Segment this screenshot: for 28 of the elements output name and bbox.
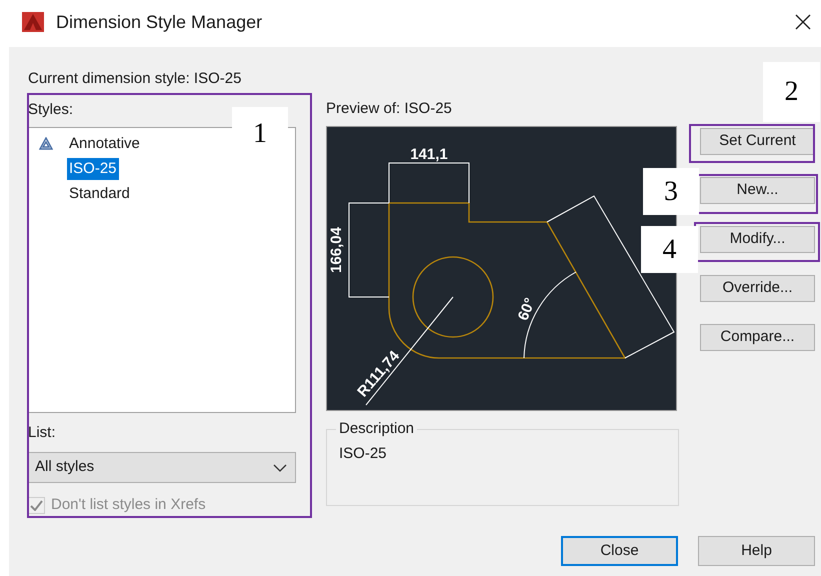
dialog-button[interactable]: Compare... xyxy=(700,324,815,351)
style-item[interactable]: ISO-25 xyxy=(67,158,119,180)
annotation-callout: 2 xyxy=(763,62,820,122)
list-label: List: xyxy=(28,424,56,442)
style-item[interactable]: Annotative xyxy=(67,132,142,154)
app-logo-icon xyxy=(22,12,44,32)
annotation-callout: 3 xyxy=(643,168,699,215)
dialog-button[interactable]: Override... xyxy=(700,275,815,302)
dimension-text: 60° xyxy=(514,296,539,324)
checkbox-label: Don't list styles in Xrefs xyxy=(51,495,206,515)
preview-label: Preview of: ISO-25 xyxy=(326,100,452,118)
dialog-button[interactable]: Modify... xyxy=(700,226,815,253)
close-icon[interactable] xyxy=(793,12,813,32)
style-item[interactable]: Standard xyxy=(67,182,132,204)
styles-label: Styles: xyxy=(28,101,74,119)
list-dropdown[interactable]: All styles xyxy=(28,452,296,483)
window-title: Dimension Style Manager xyxy=(56,10,262,34)
chevron-icon xyxy=(273,464,287,472)
dialog-button[interactable]: New... xyxy=(700,177,815,204)
dimension-text: 166,04 xyxy=(328,227,345,273)
current-style-label: Current dimension style: ISO-25 xyxy=(28,70,242,88)
dialog-button[interactable]: Set Current xyxy=(700,128,815,155)
dialog-button[interactable]: Help xyxy=(698,536,815,566)
dialog-button[interactable]: Close xyxy=(561,536,678,566)
description-text: ISO-25 xyxy=(339,445,387,463)
annotation-callout: 4 xyxy=(641,226,698,273)
dimension-text: 141,1 xyxy=(410,146,448,163)
description-label: Description xyxy=(336,420,418,438)
